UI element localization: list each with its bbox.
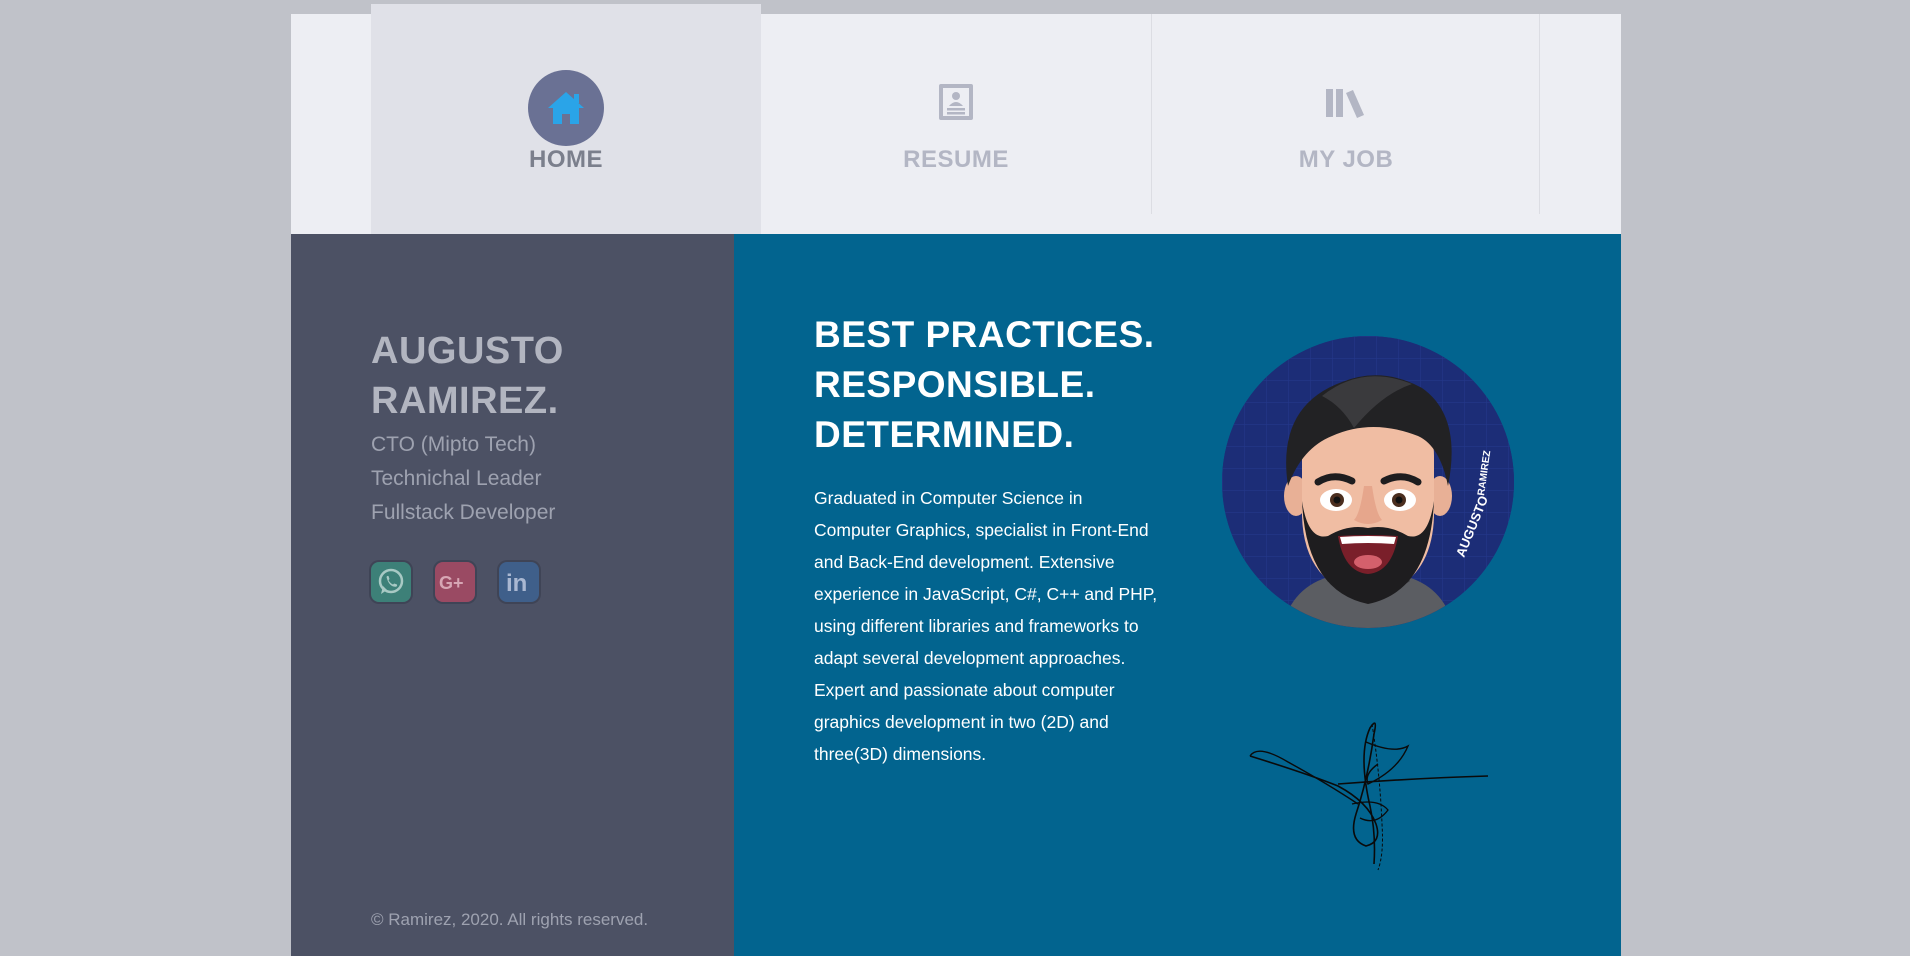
- google-plus-icon: G+: [439, 573, 464, 593]
- tab-home[interactable]: HOME: [371, 4, 761, 234]
- headline: BEST PRACTICES. RESPONSIBLE. DETERMINED.: [814, 310, 1155, 460]
- tab-resume-label: RESUME: [903, 146, 1009, 173]
- social-links: G+ in: [371, 562, 539, 602]
- profile-name-line1: AUGUSTO: [371, 330, 564, 372]
- books-icon: [1326, 89, 1364, 118]
- tab-my-job[interactable]: MY JOB: [1151, 14, 1541, 234]
- tab-my-job-label: MY JOB: [1298, 146, 1394, 173]
- home-icon: [548, 92, 584, 124]
- role-item: Technichal Leader: [371, 467, 542, 490]
- tab-home-label: HOME: [529, 146, 603, 173]
- resume-icon-wrap: [918, 64, 994, 140]
- bio-text: Graduated in Computer Science in Compute…: [814, 488, 1158, 764]
- profile-sidebar: AUGUSTO RAMIREZ. CTO (Mipto Tech) Techni…: [291, 234, 734, 956]
- headline-line: DETERMINED.: [814, 414, 1075, 455]
- whatsapp-button[interactable]: [371, 562, 411, 602]
- headline-line: BEST PRACTICES.: [814, 314, 1155, 355]
- roles-list: CTO (Mipto Tech) Technichal Leader Fulls…: [371, 428, 555, 530]
- google-plus-button[interactable]: G+: [435, 562, 475, 602]
- headline-line: RESPONSIBLE.: [814, 364, 1096, 405]
- linkedin-icon: in: [506, 570, 527, 595]
- svg-text:in: in: [506, 570, 527, 595]
- profile-name: AUGUSTO RAMIREZ.: [371, 326, 564, 426]
- resume-icon: [939, 84, 973, 120]
- books-icon-wrap: [1308, 64, 1384, 140]
- linkedin-button[interactable]: in: [499, 562, 539, 602]
- handwritten-signature: [1249, 722, 1489, 871]
- role-item: CTO (Mipto Tech): [371, 433, 536, 456]
- signature: [1248, 714, 1498, 879]
- role-item: Fullstack Developer: [371, 501, 556, 524]
- avatar-illustration: AUGUSTO RAMIREZ: [1222, 336, 1514, 628]
- svg-text:G+: G+: [439, 573, 464, 593]
- avatar: AUGUSTO RAMIREZ: [1222, 336, 1514, 628]
- main-content: BEST PRACTICES. RESPONSIBLE. DETERMINED.…: [734, 234, 1621, 956]
- home-icon-circle: [528, 70, 604, 146]
- profile-name-line2: RAMIREZ.: [371, 380, 559, 422]
- page-card: HOME RESUME MY JOB AUGUSTO RAMIREZ. CTO …: [291, 4, 1621, 956]
- whatsapp-icon: [378, 568, 404, 594]
- top-navigation: HOME RESUME MY JOB: [291, 4, 1621, 234]
- copyright-text: © Ramirez, 2020. All rights reserved.: [371, 910, 649, 929]
- tab-resume[interactable]: RESUME: [761, 14, 1151, 234]
